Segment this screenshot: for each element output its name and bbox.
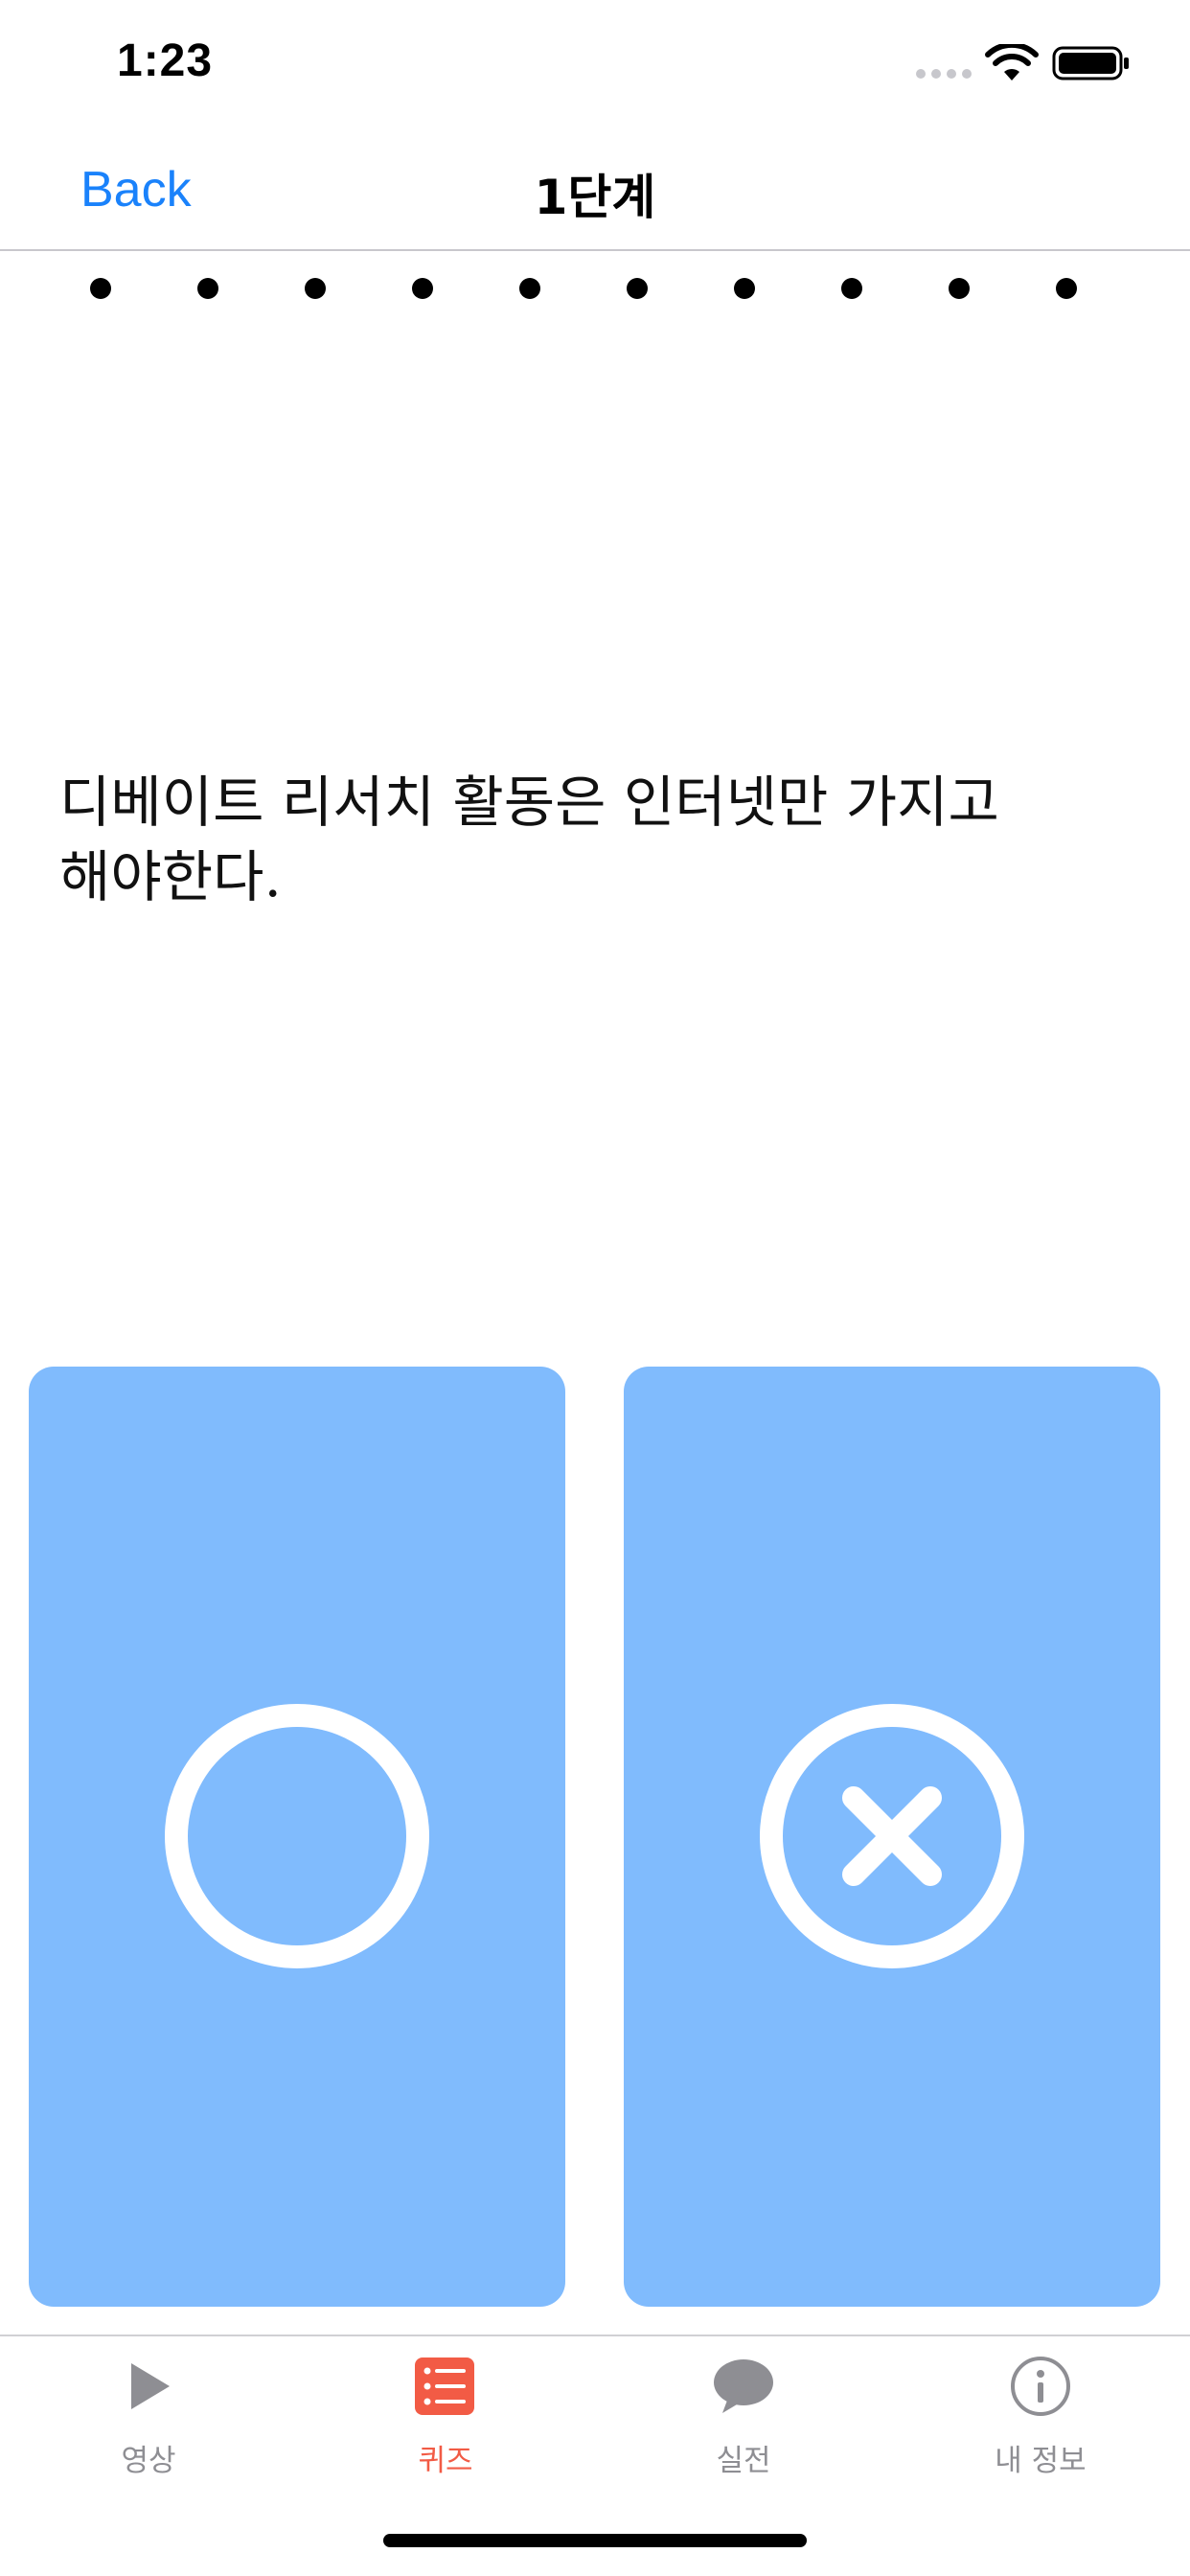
progress-dot	[197, 278, 218, 299]
circle-o-icon	[165, 1704, 429, 1968]
progress-dot	[627, 278, 648, 299]
question-progress-dots	[0, 278, 1190, 316]
navigation-bar: Back 1단계	[0, 126, 1190, 251]
progress-dot	[841, 278, 862, 299]
wifi-icon	[985, 44, 1039, 80]
answer-x-button[interactable]	[624, 1367, 1160, 2307]
status-time: 1:23	[117, 35, 214, 86]
chat-bubble-icon	[714, 2359, 773, 2413]
progress-dot	[90, 278, 111, 299]
progress-dot	[1056, 278, 1077, 299]
progress-dot	[949, 278, 970, 299]
quiz-screen: 1:23 Back 1단계 디베이트 리서치 활동은 인터넷만 가지고 해야한다…	[0, 0, 1190, 2576]
progress-dot	[519, 278, 540, 299]
progress-dot	[412, 278, 433, 299]
tab-label: 퀴즈	[418, 2444, 473, 2478]
page-title: 1단계	[534, 170, 656, 225]
tab-label: 실전	[716, 2444, 771, 2478]
tab-video[interactable]: 영상	[0, 2336, 297, 2509]
play-icon	[131, 2363, 170, 2409]
tab-label: 내 정보	[995, 2444, 1087, 2478]
tab-my-info[interactable]: 내 정보	[892, 2336, 1189, 2509]
tab-label: 영상	[121, 2444, 176, 2478]
home-indicator	[383, 2534, 807, 2547]
progress-dot	[305, 278, 326, 299]
tab-quiz[interactable]: 퀴즈	[297, 2336, 594, 2509]
status-bar: 1:23	[0, 0, 1190, 126]
question-text: 디베이트 리서치 활동은 인터넷만 가지고 해야한다.	[59, 770, 999, 909]
battery-icon	[1052, 46, 1129, 80]
signal-icon	[916, 69, 972, 79]
info-icon	[1011, 2357, 1070, 2416]
answer-o-button[interactable]	[29, 1367, 565, 2307]
tab-practice[interactable]: 실전	[595, 2336, 892, 2509]
list-icon	[415, 2358, 474, 2415]
circle-x-icon	[760, 1704, 1024, 1968]
progress-dot	[734, 278, 755, 299]
